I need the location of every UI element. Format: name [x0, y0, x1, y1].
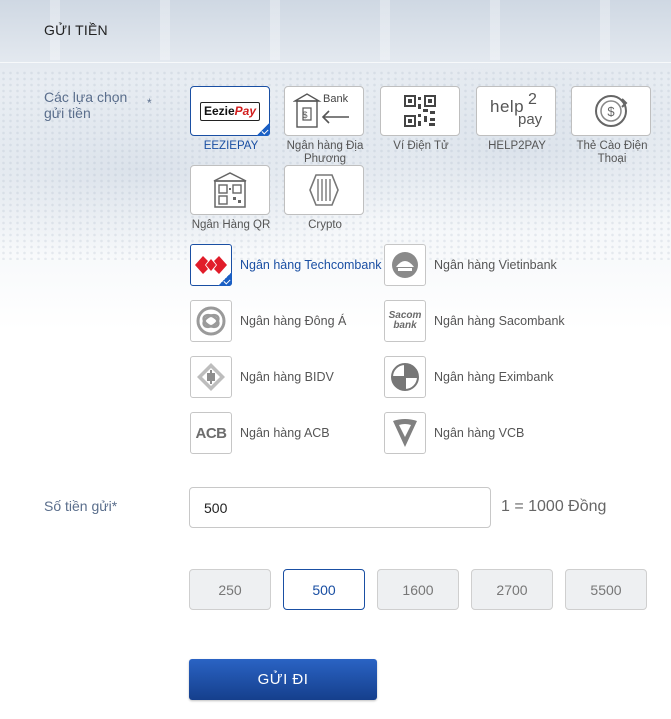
selected-check-icon: [256, 122, 270, 136]
methods-label: Các lựa chọn gửi tiền: [44, 89, 128, 121]
bank-sacombank-box[interactable]: Sacom bank: [384, 300, 426, 342]
bank-bidv[interactable]: Ngân hàng BIDV: [190, 355, 334, 399]
method-local-bank-label: Ngân hàng Địa Phương: [286, 140, 364, 165]
help2pay-logo-icon: help 2 pay: [488, 91, 544, 131]
help2pay-logo-text-3: pay: [518, 111, 543, 128]
bank-donga-box[interactable]: [190, 300, 232, 342]
preset-2700-button[interactable]: 2700: [471, 569, 553, 610]
method-local-bank-box[interactable]: $ Bank: [284, 86, 364, 136]
qr-code-icon: [404, 95, 436, 127]
preset-1600-button[interactable]: 1600: [377, 569, 459, 610]
preset-250-button[interactable]: 250: [189, 569, 271, 610]
selected-check-icon: [218, 272, 232, 286]
method-qr-bank-label: Ngân Hàng QR: [191, 219, 271, 231]
eeziepay-logo-text: Eezie: [203, 103, 235, 118]
local-bank-logo-text: Bank: [323, 93, 349, 105]
bank-techcombank-box[interactable]: [190, 244, 232, 286]
bank-sacombank[interactable]: Sacom bank Ngân hàng Sacombank: [384, 299, 565, 343]
crypto-icon: [309, 174, 339, 206]
phone-card-icon: $: [595, 95, 628, 127]
method-phone-card[interactable]: $ Thẻ Cào Điện Thoại: [571, 86, 653, 166]
page-title: GỬI TIỀN: [44, 22, 108, 38]
method-phone-card-label: Thẻ Cào Điện Thoại: [576, 140, 648, 165]
eximbank-logo-icon: [391, 363, 419, 391]
method-help2pay-box[interactable]: help 2 pay: [476, 86, 556, 136]
method-local-bank[interactable]: $ Bank Ngân hàng Địa Phương: [284, 86, 366, 166]
bank-sacombank-label: Ngân hàng Sacombank: [434, 314, 565, 328]
eeziepay-logo-text-2: Pay: [234, 103, 257, 118]
bank-acb-label: Ngân hàng ACB: [240, 426, 330, 440]
method-phone-card-box[interactable]: $: [571, 86, 651, 136]
bank-acb-box[interactable]: ACB: [190, 412, 232, 454]
svg-text:$: $: [607, 104, 615, 119]
method-eeziepay[interactable]: Eezie Pay EEZIEPAY: [190, 86, 272, 153]
eeziepay-logo-icon: Eezie Pay: [199, 101, 261, 121]
method-eeziepay-box[interactable]: Eezie Pay: [190, 86, 270, 136]
method-crypto-box[interactable]: [284, 165, 364, 215]
required-mark: *: [147, 96, 152, 110]
vcb-logo-icon: [393, 419, 417, 447]
method-crypto-label: Crypto: [308, 219, 342, 231]
bidv-logo-icon: [197, 363, 225, 391]
sacombank-logo-icon: Sacom bank: [389, 311, 422, 331]
method-eeziepay-label: EEZIEPAY: [203, 140, 259, 152]
bank-eximbank[interactable]: Ngân hàng Eximbank: [384, 355, 554, 399]
bank-techcombank-label: Ngân hàng Techcombank: [240, 258, 382, 272]
bank-bidv-label: Ngân hàng BIDV: [240, 370, 334, 384]
vietinbank-logo-icon: [392, 252, 418, 278]
bank-acb[interactable]: ACB Ngân hàng ACB: [190, 411, 330, 455]
deposit-panel: GỬI TIỀN Các lựa chọn gửi tiền * Eezie Pa…: [0, 0, 671, 719]
bank-techcombank[interactable]: Ngân hàng Techcombank: [190, 243, 382, 287]
sacombank-logo-text-2: bank: [393, 320, 417, 331]
method-help2pay[interactable]: help 2 pay HELP2PAY: [476, 86, 558, 153]
method-qr-bank-box[interactable]: [190, 165, 270, 215]
method-ewallet-box[interactable]: [380, 86, 460, 136]
method-help2pay-label: HELP2PAY: [488, 140, 546, 152]
bank-donga[interactable]: Ngân hàng Đông Á: [190, 299, 346, 343]
method-qr-bank[interactable]: Ngân Hàng QR: [190, 165, 272, 232]
bank-donga-label: Ngân hàng Đông Á: [240, 314, 347, 328]
method-ewallet-label: Ví Điện Tử: [393, 140, 449, 152]
preset-500-button[interactable]: 500: [283, 569, 365, 610]
bank-vietinbank-label: Ngân hàng Vietinbank: [434, 258, 557, 272]
header-divider: [0, 62, 671, 63]
bank-eximbank-box[interactable]: [384, 356, 426, 398]
bank-vcb[interactable]: Ngân hàng VCB: [384, 411, 524, 455]
method-crypto[interactable]: Crypto: [284, 165, 366, 232]
exchange-rate-text: 1 = 1000 Đồng: [501, 498, 607, 515]
svg-text:$: $: [302, 110, 307, 120]
bank-eximbank-label: Ngân hàng Eximbank: [434, 370, 554, 384]
method-ewallet[interactable]: Ví Điện Tử: [380, 86, 462, 153]
acb-logo-icon: ACB: [195, 424, 228, 442]
bank-vietinbank[interactable]: Ngân hàng Vietinbank: [384, 243, 557, 287]
amount-label: Số tiền gửi*: [44, 498, 118, 514]
bank-bidv-box[interactable]: [190, 356, 232, 398]
preset-5500-button[interactable]: 5500: [565, 569, 647, 610]
help2pay-logo-text-2: 2: [528, 91, 537, 108]
amount-input[interactable]: [189, 487, 491, 528]
submit-button[interactable]: GỬI ĐI: [189, 659, 377, 700]
local-bank-icon: $ Bank: [293, 91, 355, 131]
bank-vcb-box[interactable]: [384, 412, 426, 454]
qr-bank-icon: [213, 172, 247, 208]
dongabank-logo-icon: [196, 306, 226, 336]
bank-vcb-label: Ngân hàng VCB: [434, 426, 525, 440]
bank-vietinbank-box[interactable]: [384, 244, 426, 286]
